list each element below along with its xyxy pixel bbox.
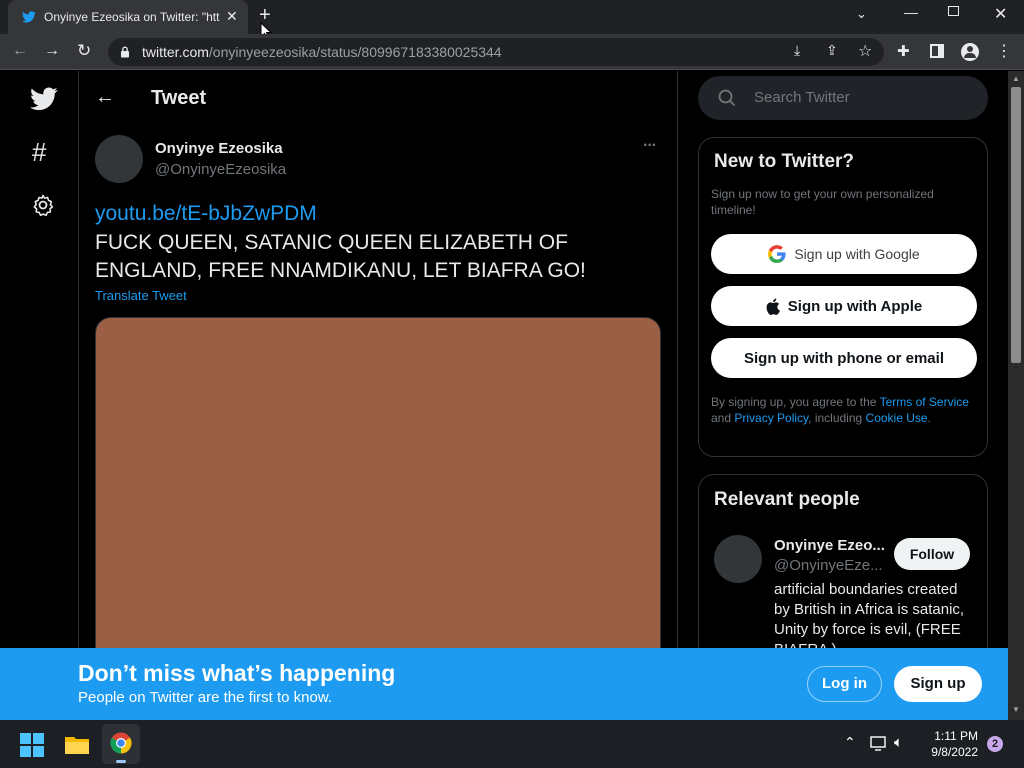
extensions-puzzle-icon[interactable]: ✚ bbox=[897, 42, 910, 60]
author-handle[interactable]: @OnyinyeEzeosika bbox=[155, 161, 286, 178]
minimize-icon[interactable]: — bbox=[904, 4, 918, 20]
side-panel-icon[interactable] bbox=[930, 44, 944, 58]
login-banner: Don’t miss what’s happening People on Tw… bbox=[0, 648, 1008, 720]
notification-count-badge[interactable]: 2 bbox=[987, 736, 1003, 752]
author-avatar[interactable] bbox=[95, 135, 143, 183]
author-name[interactable]: Onyinye Ezeosika bbox=[155, 140, 283, 157]
more-options-icon[interactable]: ··· bbox=[643, 137, 657, 155]
chrome-taskbar-button[interactable] bbox=[102, 724, 140, 764]
restore-icon[interactable] bbox=[948, 6, 959, 16]
twitter-favicon-icon bbox=[22, 11, 36, 23]
share-icon[interactable]: ⇪ bbox=[826, 42, 838, 59]
twitter-logo-icon[interactable] bbox=[30, 87, 58, 111]
forward-arrow-icon[interactable]: → bbox=[44, 42, 60, 60]
page-title: Tweet bbox=[151, 87, 207, 109]
signup-phone-email-button[interactable]: Sign up with phone or email bbox=[711, 338, 977, 378]
back-arrow-icon[interactable]: ← bbox=[12, 42, 28, 60]
banner-title: Don’t miss what’s happening bbox=[78, 660, 396, 686]
legal-end: . bbox=[927, 411, 931, 425]
network-icon[interactable] bbox=[870, 736, 888, 752]
show-hidden-icons-chevron-icon[interactable]: ⌃ bbox=[844, 734, 856, 751]
explore-hashtag-icon[interactable]: # bbox=[32, 139, 46, 165]
tweet-text: FUCK QUEEN, SATANIC QUEEN ELIZABETH OF E… bbox=[95, 231, 586, 282]
tab-search-chevron-icon[interactable]: ⌄ bbox=[856, 6, 867, 22]
back-arrow-icon[interactable]: ← bbox=[95, 86, 115, 109]
login-button[interactable]: Log in bbox=[807, 666, 882, 702]
active-app-indicator bbox=[116, 760, 126, 763]
tweet-column: ← Tweet Onyinye Ezeosika @OnyinyeEzeosik… bbox=[78, 71, 678, 720]
scroll-thumb[interactable] bbox=[1011, 87, 1021, 363]
signup-card: New to Twitter? Sign up now to get your … bbox=[698, 137, 988, 457]
page-scrollbar[interactable]: ▲ ▼ bbox=[1008, 71, 1024, 720]
legal-including: , including bbox=[808, 411, 866, 425]
signup-google-button[interactable]: Sign up with Google bbox=[711, 234, 977, 274]
signup-card-subtitle: Sign up now to get your own personalized… bbox=[711, 187, 934, 217]
relevant-people-title: Relevant people bbox=[714, 489, 860, 510]
follow-button[interactable]: Follow bbox=[894, 538, 970, 570]
person-name[interactable]: Onyinye Ezeo... bbox=[774, 537, 885, 554]
signup-apple-button[interactable]: Sign up with Apple bbox=[711, 286, 977, 326]
taskbar-time[interactable]: 1:11 PM bbox=[930, 729, 978, 743]
signup-button[interactable]: Sign up bbox=[894, 666, 982, 702]
twitter-page: # ← Tweet Onyinye Ezeosika @OnyinyeEzeos… bbox=[0, 71, 1008, 720]
tab-close-icon[interactable]: ✕ bbox=[226, 8, 238, 25]
search-box[interactable]: Search Twitter bbox=[698, 76, 988, 120]
bookmark-star-icon[interactable]: ☆ bbox=[858, 41, 872, 61]
search-icon bbox=[718, 89, 736, 107]
privacy-link[interactable]: Privacy Policy bbox=[734, 411, 808, 425]
browser-toolbar: ← → ↻ twitter.com/onyinyeezeosika/status… bbox=[0, 34, 1024, 70]
tab-title: Onyinye Ezeosika on Twitter: "htt bbox=[44, 10, 220, 24]
settings-gear-icon[interactable] bbox=[31, 193, 55, 217]
signup-phone-label: Sign up with phone or email bbox=[743, 349, 944, 367]
translate-tweet-link[interactable]: Translate Tweet bbox=[95, 288, 187, 303]
close-window-icon[interactable]: ✕ bbox=[994, 4, 1007, 24]
profile-avatar-icon[interactable] bbox=[961, 43, 979, 61]
google-logo-icon bbox=[768, 245, 786, 263]
legal-and: and bbox=[711, 411, 735, 425]
chrome-logo-icon bbox=[110, 732, 132, 754]
windows-start-icon[interactable] bbox=[20, 733, 44, 757]
browser-tab-bar: Onyinye Ezeosika on Twitter: "htt ✕ + ⌄ … bbox=[0, 0, 1024, 40]
taskbar-date[interactable]: 9/8/2022 bbox=[922, 745, 978, 759]
windows-taskbar: ⌃ 🔈︎ 1:11 PM 9/8/2022 2 bbox=[0, 720, 1024, 768]
signup-legal-text: By signing up, you agree to the Terms of… bbox=[711, 394, 973, 426]
browser-menu-icon[interactable]: ⋮ bbox=[996, 41, 1012, 61]
volume-icon[interactable]: 🔈︎ bbox=[894, 734, 903, 751]
reload-icon[interactable]: ↻ bbox=[77, 41, 91, 61]
scroll-up-arrow-icon[interactable]: ▲ bbox=[1012, 74, 1020, 83]
banner-subtitle: People on Twitter are the first to know. bbox=[78, 689, 333, 706]
signup-google-label: Sign up with Google bbox=[794, 246, 920, 262]
lock-icon bbox=[121, 46, 129, 58]
install-app-icon[interactable]: ⤓ bbox=[794, 42, 800, 59]
url-path: /onyinyeezeosika/status/8099671833800253… bbox=[208, 44, 502, 60]
scroll-down-arrow-icon[interactable]: ▼ bbox=[1012, 705, 1020, 714]
browser-tab[interactable]: Onyinye Ezeosika on Twitter: "htt ✕ bbox=[8, 0, 248, 34]
tweet-link[interactable]: youtu.be/tE-bJbZwPDM bbox=[95, 202, 317, 226]
address-bar[interactable]: twitter.com/onyinyeezeosika/status/80996… bbox=[108, 38, 884, 66]
file-explorer-icon[interactable] bbox=[64, 734, 90, 756]
terms-link[interactable]: Terms of Service bbox=[880, 395, 969, 409]
apple-logo-icon bbox=[766, 298, 780, 315]
url-host: twitter.com bbox=[142, 44, 209, 60]
cookie-link[interactable]: Cookie Use bbox=[866, 411, 928, 425]
signup-card-title: New to Twitter? bbox=[714, 151, 855, 172]
person-avatar[interactable] bbox=[714, 535, 762, 583]
signup-apple-label: Sign up with Apple bbox=[787, 297, 923, 315]
search-placeholder: Search Twitter bbox=[754, 89, 850, 106]
legal-prefix: By signing up, you agree to the bbox=[711, 395, 880, 409]
person-handle[interactable]: @OnyinyeEze... bbox=[774, 557, 883, 574]
